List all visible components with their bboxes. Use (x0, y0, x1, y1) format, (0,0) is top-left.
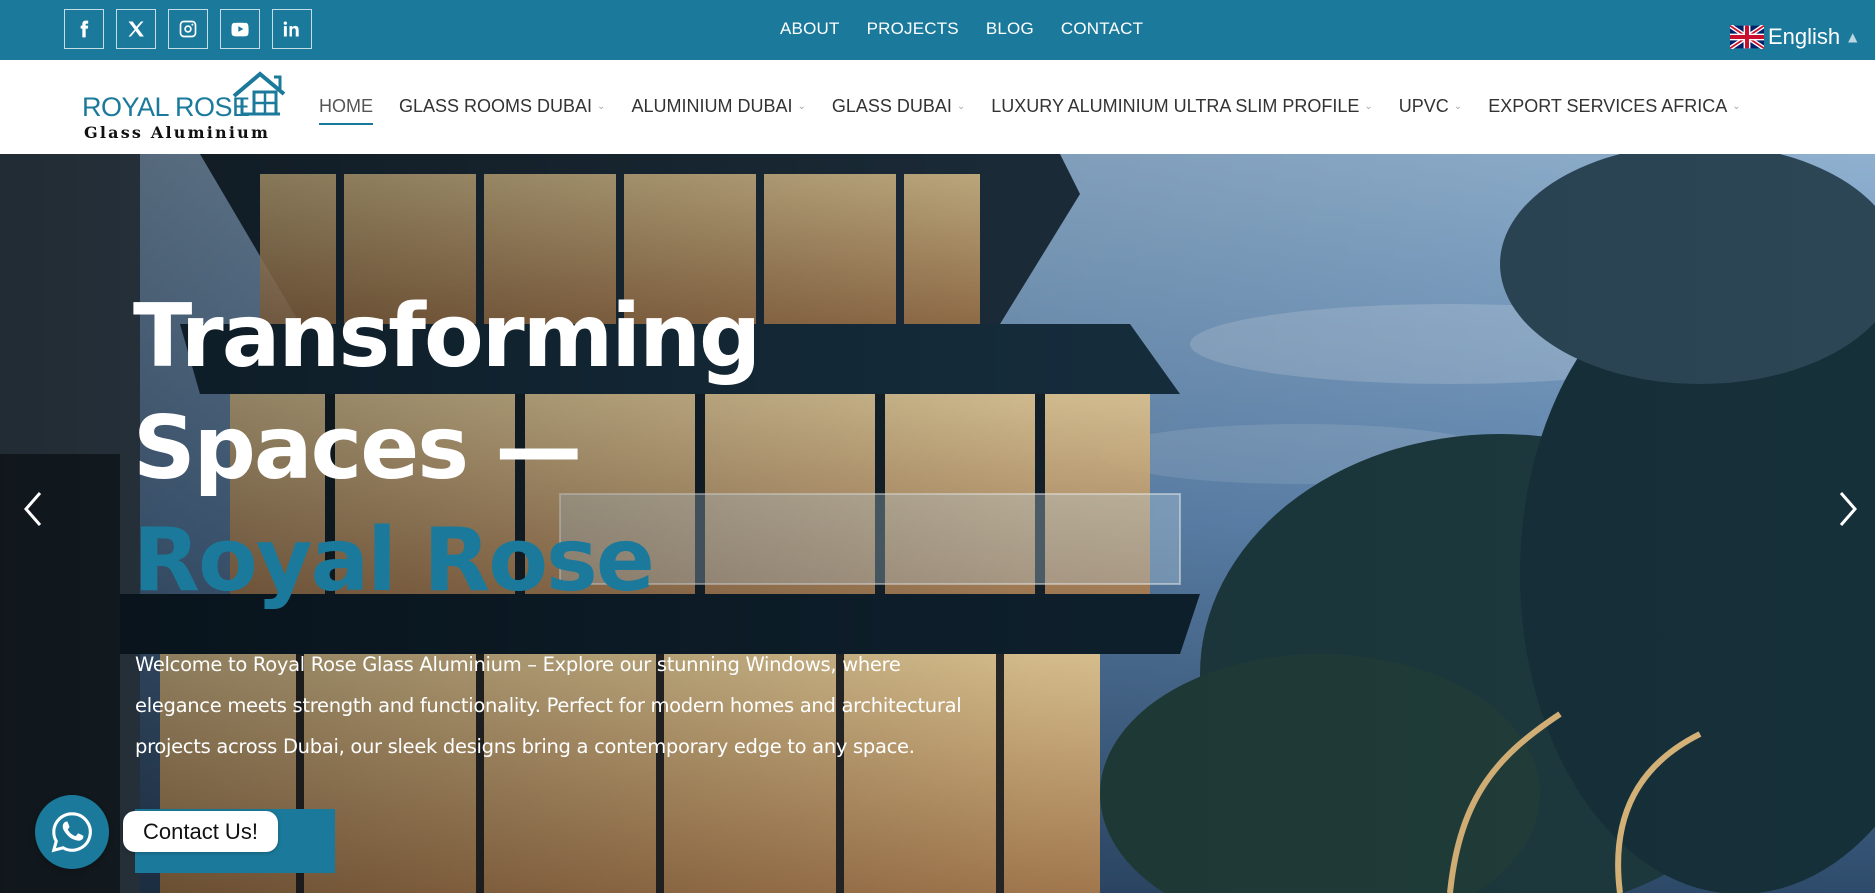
nav-label: UPVC (1398, 96, 1449, 116)
chevron-down-icon: ⌄ (597, 101, 606, 112)
linkedin-button[interactable] (272, 9, 312, 49)
chevron-down-icon: ⌄ (1453, 101, 1463, 112)
uk-flag-icon (1730, 25, 1764, 49)
nav-label: ALUMINIUM DUBAI (631, 96, 793, 116)
logo[interactable]: ROYAL ROSE Glass Aluminium (80, 68, 286, 148)
nav-label: EXPORT SERVICES AFRICA (1488, 96, 1728, 116)
slider-next-button[interactable] (1833, 489, 1863, 529)
youtube-button[interactable] (220, 9, 260, 49)
top-bar: ABOUT PROJECTS BLOG CONTACT English ▲ (0, 0, 1875, 60)
nav-item-home[interactable]: HOME (319, 96, 373, 125)
top-nav: ABOUT PROJECTS BLOG CONTACT (780, 19, 1143, 39)
chevron-down-icon: ⌄ (1364, 101, 1373, 112)
chevron-down-icon: ⌄ (797, 101, 806, 112)
top-link-blog[interactable]: BLOG (986, 19, 1034, 39)
language-selector[interactable]: English ▲ (1730, 24, 1857, 50)
linkedin-icon (283, 21, 299, 37)
slider-prev-button[interactable] (18, 489, 48, 529)
hero-description: Welcome to Royal Rose Glass Aluminium – … (135, 653, 962, 758)
nav-label: GLASS ROOMS DUBAI (399, 96, 593, 116)
nav-label: HOME (319, 96, 373, 116)
hero-title: Transforming Spaces — Royal Rose (133, 280, 833, 616)
whatsapp-icon (51, 812, 92, 853)
nav-label: LUXURY ALUMINIUM ULTRA SLIM PROFILE (991, 96, 1360, 116)
top-link-contact[interactable]: CONTACT (1061, 19, 1143, 39)
nav-item-luxury-aluminium[interactable]: LUXURY ALUMINIUM ULTRA SLIM PROFILE ⌄ (991, 96, 1373, 117)
youtube-icon (231, 22, 249, 37)
site-header: ROYAL ROSE Glass Aluminium HOME GLASS RO… (0, 60, 1875, 154)
x-twitter-icon (128, 21, 144, 37)
nav-item-glass-rooms-dubai[interactable]: GLASS ROOMS DUBAI ⌄ (399, 96, 605, 117)
whatsapp-button[interactable] (35, 795, 109, 869)
x-twitter-button[interactable] (116, 9, 156, 49)
nav-item-aluminium-dubai[interactable]: ALUMINIUM DUBAI ⌄ (631, 96, 805, 117)
whatsapp-tooltip[interactable]: Contact Us! (123, 811, 278, 852)
top-link-projects[interactable]: PROJECTS (867, 19, 959, 39)
main-nav: HOME GLASS ROOMS DUBAI ⌄ ALUMINIUM DUBAI… (319, 96, 1767, 125)
chevron-right-icon (1839, 492, 1857, 526)
chevron-up-icon: ▲ (1848, 30, 1858, 44)
hero-slider: Transforming Spaces — Royal Rose Welcome… (0, 154, 1875, 893)
instagram-icon (179, 20, 197, 38)
social-links (64, 9, 312, 49)
logo-subtext: Glass Aluminium (84, 123, 271, 142)
hero-title-accent: Royal Rose (133, 509, 655, 611)
nav-item-upvc[interactable]: UPVC ⌄ (1399, 96, 1462, 117)
instagram-button[interactable] (168, 9, 208, 49)
facebook-icon (80, 20, 89, 38)
nav-label: GLASS DUBAI (831, 96, 952, 116)
nav-item-export-services-africa[interactable]: EXPORT SERVICES AFRICA ⌄ (1488, 96, 1740, 117)
hero-title-main: Transforming Spaces — (133, 285, 761, 499)
chevron-down-icon: ⌄ (1732, 101, 1741, 112)
chevron-down-icon: ⌄ (956, 101, 966, 112)
top-link-about[interactable]: ABOUT (780, 19, 840, 39)
nav-item-glass-dubai[interactable]: GLASS DUBAI ⌄ (832, 96, 965, 117)
language-label: English (1768, 24, 1841, 49)
chevron-left-icon (24, 492, 42, 526)
logo-text: ROYAL ROSE (82, 92, 250, 122)
facebook-button[interactable] (64, 9, 104, 49)
